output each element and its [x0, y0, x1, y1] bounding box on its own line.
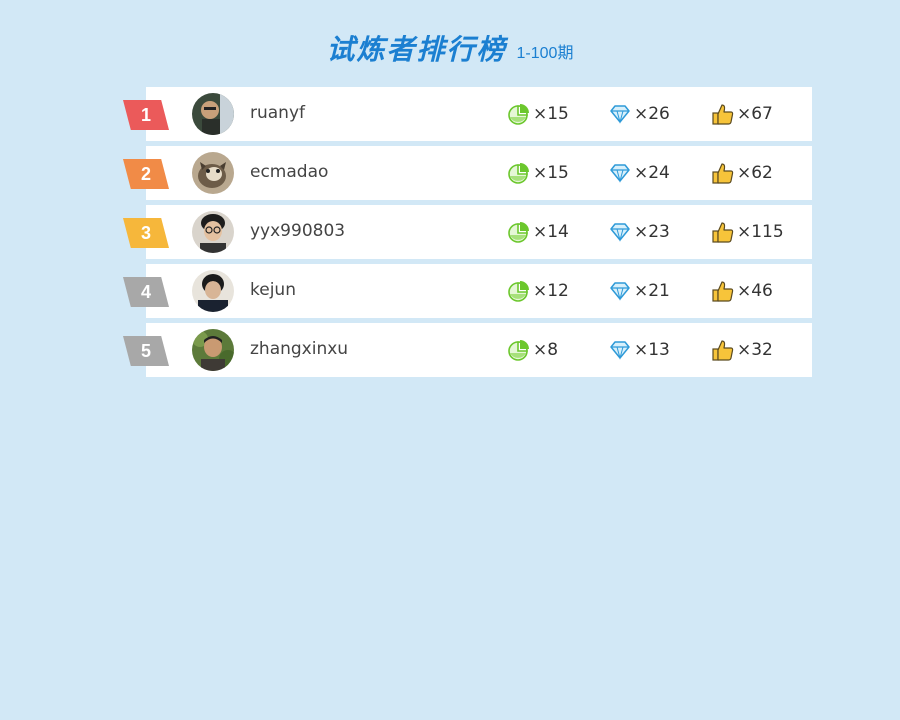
like-count: ×32	[737, 340, 773, 360]
leaderboard-list: 1 ruanyf ×15 ×26 ×67 2 ecmadao ×15 ×24 ×…	[0, 87, 900, 382]
like-stat: ×32	[711, 338, 773, 362]
leaderboard-row[interactable]: 4 kejun ×12 ×21 ×46	[0, 264, 900, 318]
like-stat: ×62	[711, 161, 773, 185]
username[interactable]: ruanyf	[250, 102, 305, 124]
diamond-stat: ×13	[608, 338, 670, 362]
pie-chart-icon	[507, 161, 531, 185]
pie-chart-icon	[507, 102, 531, 126]
avatar[interactable]	[192, 211, 234, 253]
like-count: ×46	[737, 281, 773, 301]
diamond-count: ×21	[634, 281, 670, 301]
diamond-icon	[608, 161, 632, 185]
username[interactable]: kejun	[250, 279, 296, 301]
pie-count: ×8	[533, 340, 559, 360]
pie-stat: ×12	[507, 279, 569, 303]
diamond-stat: ×21	[608, 279, 670, 303]
period-range: 1-100期	[516, 45, 574, 62]
rank-badge: 3	[123, 218, 169, 248]
like-count: ×115	[737, 222, 784, 242]
avatar[interactable]	[192, 152, 234, 194]
pie-stat: ×14	[507, 220, 569, 244]
pie-stat: ×8	[507, 338, 558, 362]
diamond-icon	[608, 338, 632, 362]
thumbs-up-icon	[711, 338, 735, 362]
rank-badge: 5	[123, 336, 169, 366]
avatar[interactable]	[192, 93, 234, 135]
like-count: ×67	[737, 104, 773, 124]
diamond-count: ×26	[634, 104, 670, 124]
avatar[interactable]	[192, 270, 234, 312]
pie-chart-icon	[507, 338, 531, 362]
avatar[interactable]	[192, 329, 234, 371]
diamond-count: ×24	[634, 163, 670, 183]
diamond-icon	[608, 220, 632, 244]
leaderboard-header: 试炼者排行榜 1-100期	[0, 24, 900, 68]
like-stat: ×67	[711, 102, 773, 126]
diamond-count: ×13	[634, 340, 670, 360]
page-title: 试炼者排行榜	[326, 33, 507, 66]
diamond-stat: ×24	[608, 161, 670, 185]
thumbs-up-icon	[711, 279, 735, 303]
rank-badge: 1	[123, 100, 169, 130]
diamond-stat: ×26	[608, 102, 670, 126]
leaderboard-row[interactable]: 2 ecmadao ×15 ×24 ×62	[0, 146, 900, 200]
rank-badge: 4	[123, 277, 169, 307]
rank-badge: 2	[123, 159, 169, 189]
like-count: ×62	[737, 163, 773, 183]
pie-count: ×14	[533, 222, 569, 242]
like-stat: ×115	[711, 220, 784, 244]
diamond-icon	[608, 102, 632, 126]
diamond-icon	[608, 279, 632, 303]
diamond-count: ×23	[634, 222, 670, 242]
pie-count: ×15	[533, 163, 569, 183]
diamond-stat: ×23	[608, 220, 670, 244]
pie-chart-icon	[507, 279, 531, 303]
pie-count: ×12	[533, 281, 569, 301]
like-stat: ×46	[711, 279, 773, 303]
leaderboard-row[interactable]: 5 zhangxinxu ×8 ×13 ×32	[0, 323, 900, 377]
thumbs-up-icon	[711, 220, 735, 244]
username[interactable]: zhangxinxu	[250, 338, 348, 360]
leaderboard-row[interactable]: 3 yyx990803 ×14 ×23 ×115	[0, 205, 900, 259]
pie-stat: ×15	[507, 161, 569, 185]
pie-chart-icon	[507, 220, 531, 244]
username[interactable]: yyx990803	[250, 220, 345, 242]
thumbs-up-icon	[711, 102, 735, 126]
username[interactable]: ecmadao	[250, 161, 328, 183]
leaderboard-row[interactable]: 1 ruanyf ×15 ×26 ×67	[0, 87, 900, 141]
thumbs-up-icon	[711, 161, 735, 185]
pie-count: ×15	[533, 104, 569, 124]
pie-stat: ×15	[507, 102, 569, 126]
